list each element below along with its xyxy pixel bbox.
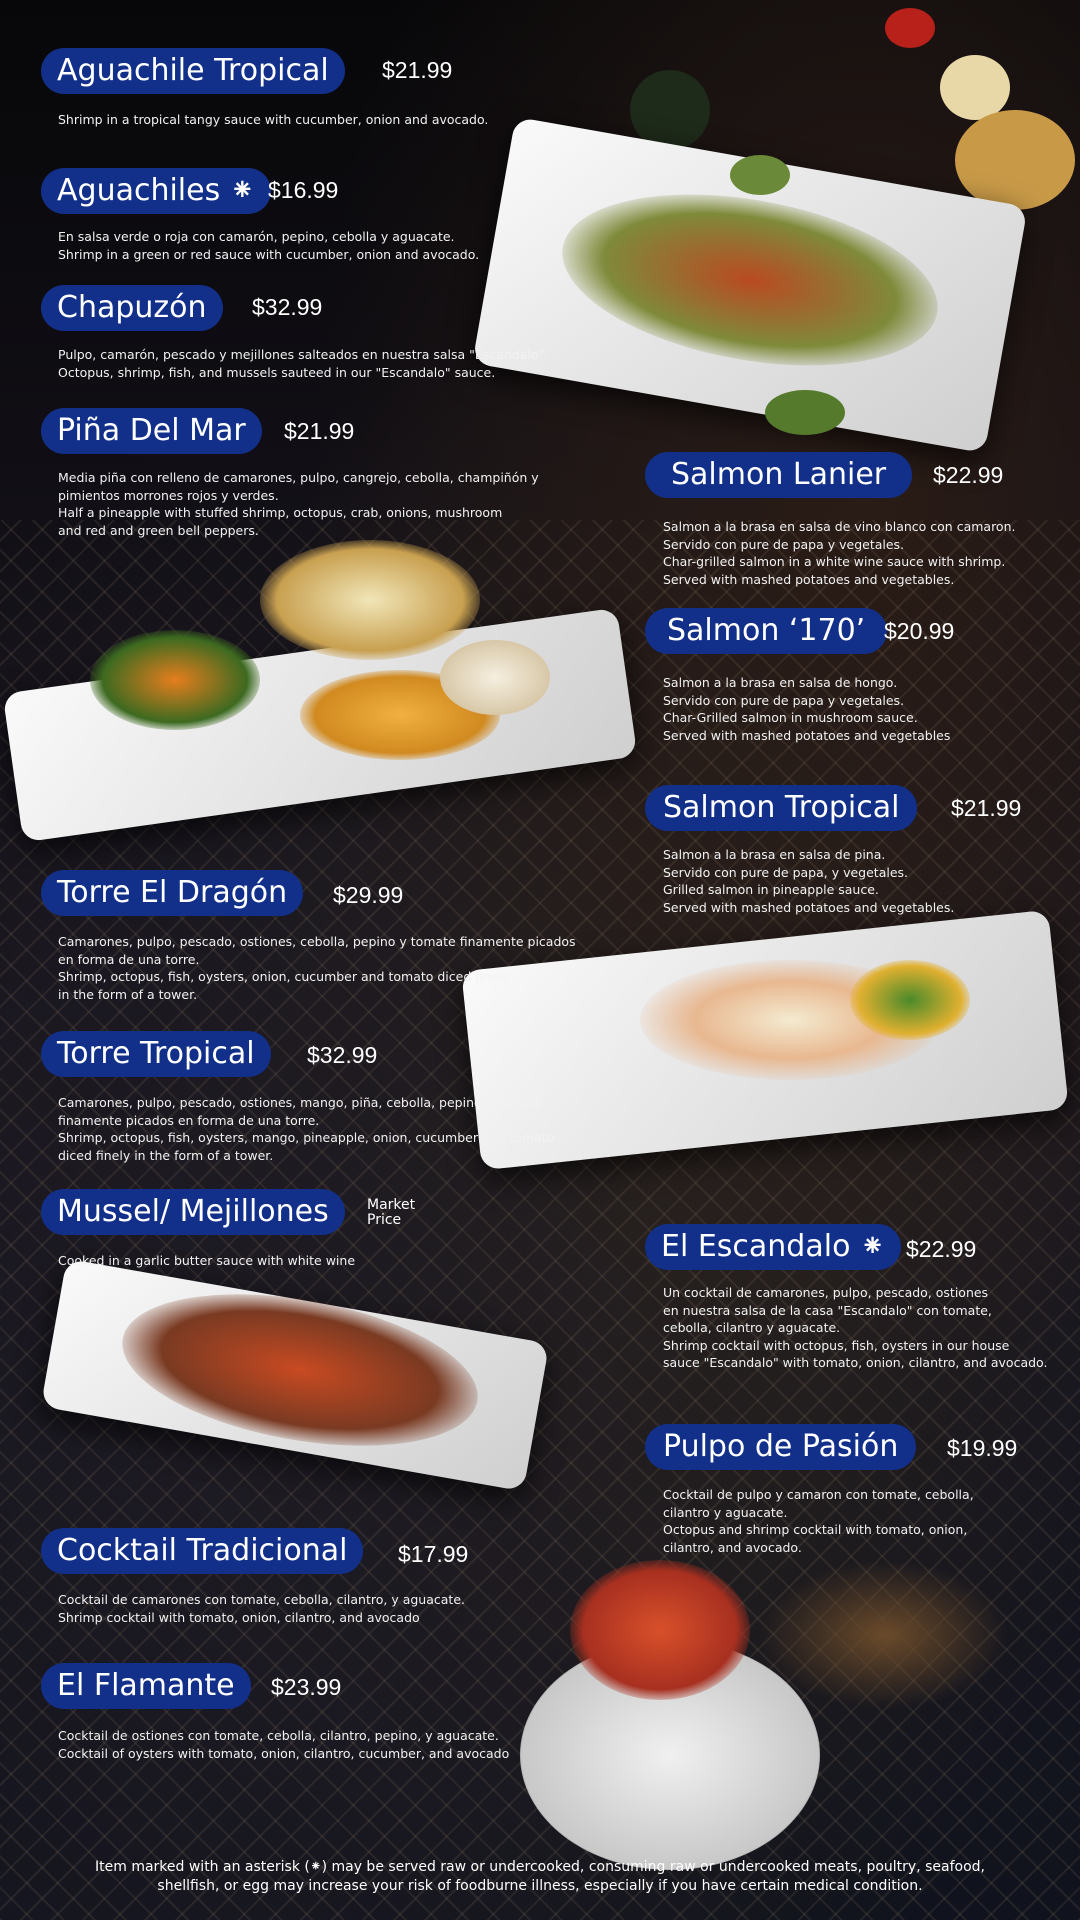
item-description: Cocktail de camarones con tomate, ceboll…: [58, 1592, 465, 1625]
item-name: Chapuzón: [41, 285, 223, 331]
item-description: Salmon a la brasa en salsa de vino blanc…: [663, 519, 1016, 587]
item-description: Media piña con relleno de camarones, pul…: [58, 470, 539, 538]
item-description: Camarones, pulpo, pescado, ostiones, man…: [58, 1095, 555, 1163]
item-description: Cooked in a garlic butter sauce with whi…: [58, 1253, 356, 1268]
item-description: Cocktail de pulpo y camaron con tomate, …: [663, 1487, 974, 1555]
item-price: $20.99: [884, 618, 955, 644]
item-price: $21.99: [284, 418, 355, 444]
item-price: $17.99: [398, 1541, 469, 1567]
item-name: Aguachiles ⁕: [41, 168, 271, 214]
item-name: Torre Tropical: [41, 1031, 271, 1077]
item-price: $32.99: [307, 1042, 378, 1068]
item-description: Un cocktail de camarones, pulpo, pescado…: [663, 1285, 1048, 1370]
item-name: El Escandalo ⁕: [645, 1224, 902, 1270]
item-description: Pulpo, camarón, pescado y mejillones sal…: [58, 347, 549, 380]
item-description: Salmon a la brasa en salsa de hongo. Ser…: [663, 675, 951, 743]
item-name: Piña Del Mar: [41, 408, 262, 454]
item-price: $29.99: [333, 882, 404, 908]
item-name: Salmon Lanier: [645, 452, 913, 498]
item-name: Salmon Tropical: [645, 785, 918, 831]
item-name: Pulpo de Pasión: [645, 1424, 917, 1470]
item-name: Mussel/ Mejillones: [41, 1189, 345, 1235]
item-price: $32.99: [252, 294, 323, 320]
item-price: $21.99: [382, 57, 453, 83]
item-price: $22.99: [933, 462, 1004, 488]
item-name: Cocktail Tradicional: [41, 1528, 364, 1574]
item-price: Market Price: [367, 1197, 416, 1228]
item-price: $23.99: [271, 1674, 342, 1700]
item-description: Cocktail de ostiones con tomate, cebolla…: [58, 1728, 510, 1761]
item-name: Torre El Dragón: [41, 870, 304, 916]
item-name: Aguachile Tropical: [41, 48, 345, 94]
item-name: Salmon ‘170’: [645, 608, 888, 654]
raw-food-disclaimer: Item marked with an asterisk (⁕) may be …: [95, 1859, 985, 1894]
item-name: El Flamante: [41, 1663, 251, 1709]
item-price: $21.99: [951, 795, 1022, 821]
item-price: $16.99: [268, 177, 339, 203]
item-description: En salsa verde o roja con camarón, pepin…: [58, 229, 480, 262]
item-price: $19.99: [947, 1435, 1018, 1461]
item-description: Salmon a la brasa en salsa de pina. Serv…: [663, 847, 955, 915]
item-price: $22.99: [906, 1236, 977, 1262]
item-description: Shrimp in a tropical tangy sauce with cu…: [58, 112, 489, 127]
item-description: Camarones, pulpo, pescado, ostiones, ceb…: [58, 934, 576, 1002]
